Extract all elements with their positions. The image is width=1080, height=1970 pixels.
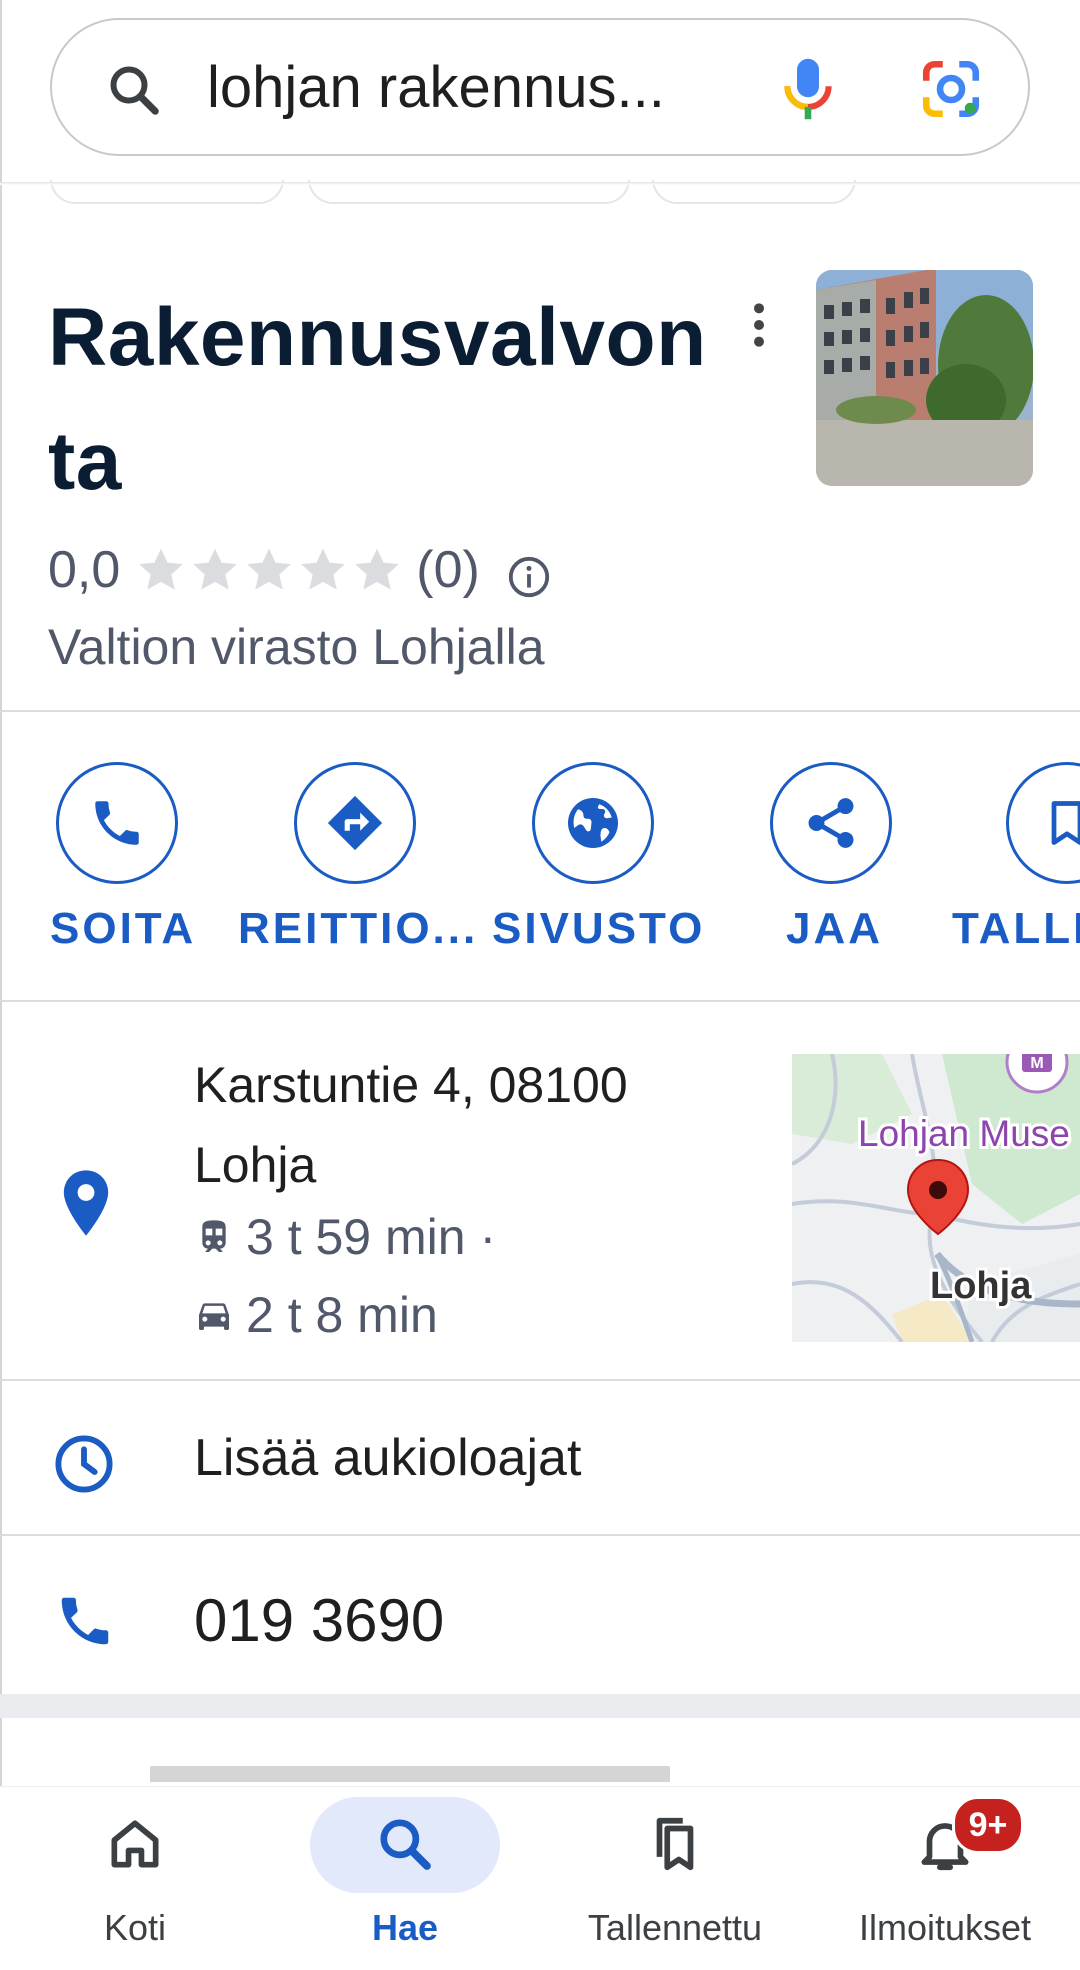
star-icon	[139, 548, 184, 590]
add-hours-link[interactable]: Lisää aukioloajat	[194, 1428, 581, 1488]
address-line-1: Karstuntie 4, 08100	[194, 1057, 628, 1113]
bottom-navigation: Koti Hae Tallennettu Ilmoitukset	[0, 1786, 1080, 1970]
star-icon	[193, 548, 238, 590]
nav-label-notifications: Ilmoitukset	[858, 1907, 1032, 1948]
place-photo[interactable]	[816, 270, 1033, 486]
divider	[0, 1534, 1080, 1536]
website-button-circle[interactable]	[532, 762, 654, 884]
clock-icon	[55, 1435, 113, 1493]
directions-label: REITTIO...	[238, 904, 479, 953]
nav-label-home: Koti	[103, 1907, 167, 1948]
drive-time: 2 t 8 min	[246, 1287, 438, 1343]
search-icon[interactable]	[104, 60, 164, 120]
section-separator	[0, 1694, 1080, 1718]
bookmark-icon	[1051, 801, 1080, 845]
place-category: Valtion virasto Lohjalla	[48, 619, 545, 675]
nav-item-home[interactable]: Koti	[15, 1787, 255, 1970]
directions-button-circle[interactable]	[294, 762, 416, 884]
nav-label-search: Hae	[371, 1907, 439, 1948]
save-label: TALLE	[952, 904, 1080, 953]
call-label: SOITA	[50, 904, 197, 953]
transit-time-row: 3 t 59 min ·	[194, 1208, 496, 1266]
directions-button[interactable]: REITTIO...	[238, 762, 490, 962]
share-button[interactable]: JAA	[766, 762, 966, 962]
directions-icon	[327, 795, 383, 851]
saved-icon	[656, 1817, 694, 1871]
train-icon	[202, 1220, 226, 1252]
website-button[interactable]: SIVUSTO	[492, 762, 728, 962]
search-icon	[380, 1819, 431, 1870]
save-button-circle[interactable]	[1006, 762, 1080, 884]
star-icon	[247, 548, 292, 590]
more-options-icon[interactable]	[741, 300, 777, 350]
mic-icon[interactable]	[780, 56, 836, 122]
search-input[interactable]: lohjan rakennus...	[207, 54, 665, 121]
nav-item-saved[interactable]: Tallennettu	[555, 1787, 795, 1970]
star-icon	[301, 548, 346, 590]
address[interactable]: Karstuntie 4, 08100 Lohja	[194, 1045, 714, 1205]
google-lens-icon[interactable]	[918, 56, 984, 122]
share-button-circle[interactable]	[770, 762, 892, 884]
info-icon[interactable]	[506, 554, 552, 600]
rating-row: 0,0 (0)	[48, 538, 552, 602]
website-label: SIVUSTO	[492, 904, 706, 953]
review-count[interactable]: (0)	[416, 540, 480, 600]
nav-item-search[interactable]: Hae	[285, 1787, 525, 1970]
star-icon	[355, 548, 400, 590]
place-title: Rakennusvalvonta	[48, 292, 707, 507]
divider	[0, 710, 1080, 712]
notification-badge: 9+	[952, 1796, 1024, 1854]
star-rating	[134, 543, 404, 597]
transit-time: 3 t 59 min ·	[246, 1209, 497, 1265]
mini-map[interactable]: M Lohjan Muse Lohja	[792, 1054, 1080, 1342]
share-label: JAA	[786, 904, 884, 953]
map-poi-label: Lohjan Muse	[858, 1113, 1070, 1154]
map-city-label: Lohja	[930, 1265, 1032, 1307]
globe-icon	[568, 798, 618, 848]
divider	[0, 1000, 1080, 1002]
phone-number[interactable]: 019 3690	[194, 1586, 444, 1655]
nav-item-notifications[interactable]: Ilmoitukset	[825, 1787, 1065, 1970]
call-button[interactable]: SOITA	[50, 762, 250, 962]
header-divider	[0, 182, 1080, 185]
call-button-circle[interactable]	[56, 762, 178, 884]
phone-icon	[61, 1597, 109, 1645]
location-pin-icon	[63, 1170, 109, 1236]
address-line-2: Lohja	[194, 1137, 317, 1193]
divider	[0, 1379, 1080, 1381]
rating-value: 0,0	[48, 541, 121, 599]
search-bar[interactable]: lohjan rakennus...	[50, 18, 1030, 156]
next-section-heading	[150, 1752, 670, 1782]
nav-label-saved: Tallennettu	[587, 1907, 763, 1948]
car-icon	[199, 1303, 229, 1330]
share-icon	[808, 798, 854, 848]
phone-icon	[95, 801, 139, 845]
drive-time-row: 2 t 8 min	[194, 1286, 438, 1344]
home-icon	[111, 1820, 159, 1868]
museum-map-icon: M	[1030, 1055, 1043, 1072]
